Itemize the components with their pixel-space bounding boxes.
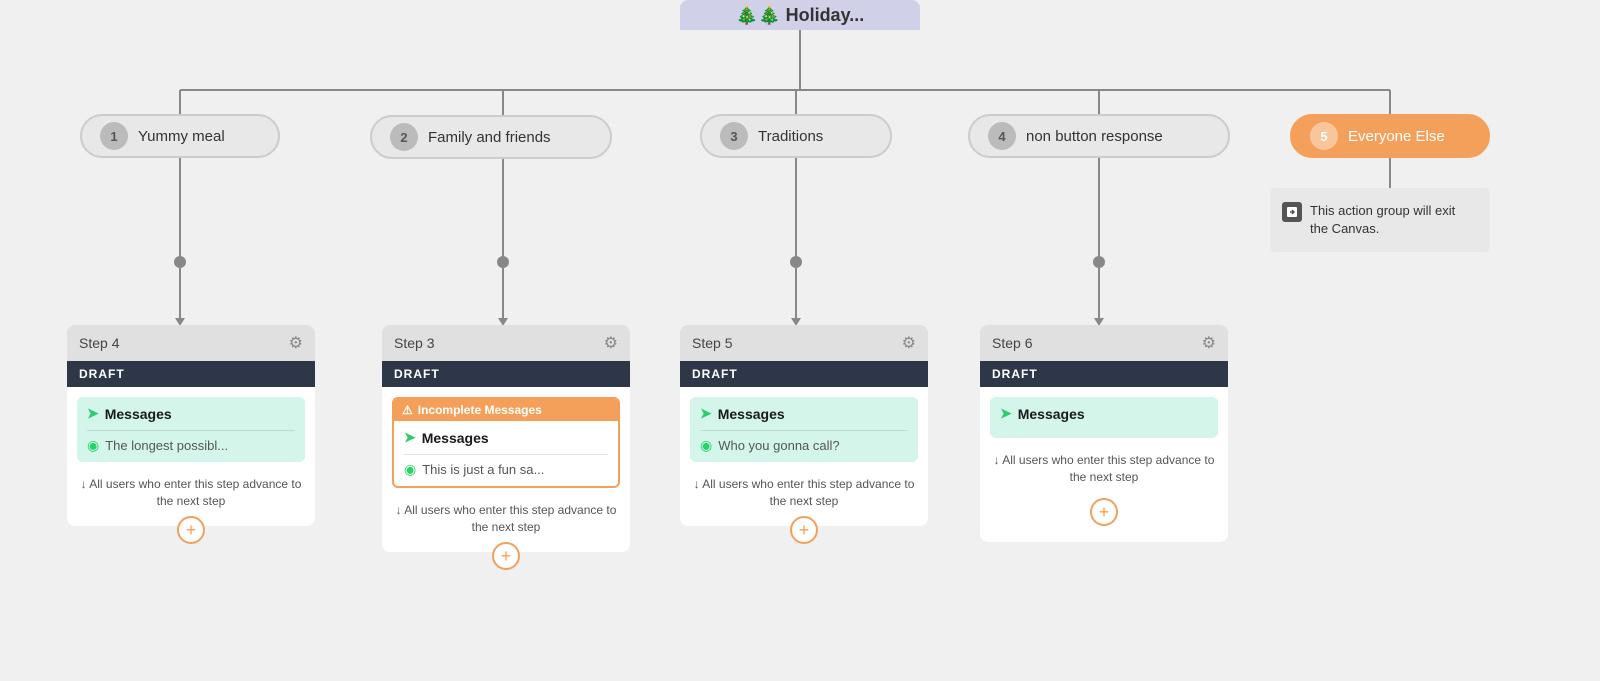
step-6-message-title: Messages <box>1018 406 1085 422</box>
step-4-header: Step 4 ⚙ <box>67 325 315 361</box>
branch-pill-2[interactable]: 2 Family and friends <box>370 115 612 159</box>
step-4-down-arrow: ↓ <box>81 476 87 493</box>
step-3-message-block[interactable]: ⚠ Incomplete Messages ➤ Messages ◉ This … <box>392 397 620 488</box>
step-3-incomplete-header: ⚠ Incomplete Messages <box>394 399 618 421</box>
branch-label-5: Everyone Else <box>1348 128 1445 145</box>
step-4-message-block[interactable]: ➤ Messages ◉ The longest possibl... <box>77 397 305 462</box>
branch-pill-3[interactable]: 3 Traditions <box>700 114 892 158</box>
step-3-incomplete-label: Incomplete Messages <box>418 403 542 417</box>
step-5-header: Step 5 ⚙ <box>680 325 928 361</box>
step-6-send-icon: ➤ <box>1000 405 1012 422</box>
step-6-title: Step 6 <box>992 335 1032 351</box>
step-3-warning-icon: ⚠ <box>402 403 413 417</box>
branch-label-4: non button response <box>1026 128 1163 145</box>
step-3-body: ⚠ Incomplete Messages ➤ Messages ◉ This … <box>382 387 630 552</box>
step-5-send-icon: ➤ <box>700 405 712 422</box>
step-5-footer: ↓ All users who enter this step advance … <box>690 470 918 516</box>
step-4-message-title-row: ➤ Messages <box>87 405 295 422</box>
step-4-body: ➤ Messages ◉ The longest possibl... ↓ Al… <box>67 387 315 526</box>
step-3-gear-icon[interactable]: ⚙ <box>604 333 618 353</box>
step-4-title: Step 4 <box>79 335 119 351</box>
step-6-down-arrow: ↓ <box>994 452 1000 469</box>
step-3-whatsapp-icon: ◉ <box>404 461 416 478</box>
branch-number-2: 2 <box>390 123 418 151</box>
step-5-draft-bar: DRAFT <box>680 361 928 387</box>
step-3-draft-bar: DRAFT <box>382 361 630 387</box>
step-3-down-arrow: ↓ <box>396 502 402 519</box>
step-6-message-block[interactable]: ➤ Messages <box>990 397 1218 438</box>
step-card-6: Step 6 ⚙ DRAFT ➤ Messages ↓ All users wh… <box>980 325 1228 542</box>
branch-pill-1[interactable]: 1 Yummy meal <box>80 114 280 158</box>
step-5-title: Step 5 <box>692 335 732 351</box>
step-5-whatsapp-text: Who you gonna call? <box>718 438 839 453</box>
step-5-add-button[interactable]: + <box>790 516 818 544</box>
branch-label-2: Family and friends <box>428 129 551 146</box>
top-node[interactable]: 🎄 🎄 Holiday... <box>680 0 920 30</box>
step-3-whatsapp-row: ◉ This is just a fun sa... <box>404 454 608 478</box>
step-3-footer: ↓ All users who enter this step advance … <box>392 496 620 542</box>
step-4-footer: ↓ All users who enter this step advance … <box>77 470 305 516</box>
step-3-whatsapp-text: This is just a fun sa... <box>422 462 544 477</box>
exit-canvas-icon <box>1282 202 1302 222</box>
step-card-5: Step 5 ⚙ DRAFT ➤ Messages ◉ Who you gonn… <box>680 325 928 526</box>
step-4-draft-bar: DRAFT <box>67 361 315 387</box>
exit-tooltip: This action group will exit the Canvas. <box>1270 188 1490 252</box>
branch-number-4: 4 <box>988 122 1016 150</box>
step-6-body: ➤ Messages ↓ All users who enter this st… <box>980 387 1228 542</box>
step-5-body: ➤ Messages ◉ Who you gonna call? ↓ All u… <box>680 387 928 526</box>
step-6-footer-text: All users who enter this step advance to… <box>1002 453 1214 484</box>
step-card-3: Step 3 ⚙ DRAFT ⚠ Incomplete Messages ➤ M… <box>382 325 630 552</box>
step-3-message-title-row: ➤ Messages <box>404 429 608 446</box>
step-4-whatsapp-text: The longest possibl... <box>105 438 228 453</box>
step-card-4: Step 4 ⚙ DRAFT ➤ Messages ◉ The longest … <box>67 325 315 526</box>
branch-label-1: Yummy meal <box>138 128 225 145</box>
step-5-message-title: Messages <box>718 406 785 422</box>
step-3-header: Step 3 ⚙ <box>382 325 630 361</box>
step-3-message-title: Messages <box>422 430 489 446</box>
step-4-footer-text: All users who enter this step advance to… <box>89 477 301 508</box>
branch-pill-5[interactable]: 5 Everyone Else <box>1290 114 1490 158</box>
step-4-whatsapp-row: ◉ The longest possibl... <box>87 430 295 454</box>
branch-label-3: Traditions <box>758 128 823 145</box>
step-5-message-title-row: ➤ Messages <box>700 405 908 422</box>
step-5-down-arrow: ↓ <box>694 476 700 493</box>
step-4-add-button[interactable]: + <box>177 516 205 544</box>
exit-tooltip-text: This action group will exit the Canvas. <box>1310 203 1455 236</box>
step-6-gear-icon[interactable]: ⚙ <box>1202 333 1216 353</box>
canvas-area: 🎄 🎄 Holiday... 1 Yummy meal 2 Family and… <box>0 0 1600 681</box>
step-6-inline-add-button[interactable]: + <box>1090 498 1118 526</box>
step-5-whatsapp-icon: ◉ <box>700 437 712 454</box>
branch-number-5: 5 <box>1310 122 1338 150</box>
step-3-send-icon: ➤ <box>404 429 416 446</box>
step-5-whatsapp-row: ◉ Who you gonna call? <box>700 430 908 454</box>
step-6-message-title-row: ➤ Messages <box>1000 405 1208 422</box>
step-6-header: Step 6 ⚙ <box>980 325 1228 361</box>
step-6-footer: ↓ All users who enter this step advance … <box>990 446 1218 492</box>
branch-number-1: 1 <box>100 122 128 150</box>
step-6-draft-bar: DRAFT <box>980 361 1228 387</box>
step-5-message-block[interactable]: ➤ Messages ◉ Who you gonna call? <box>690 397 918 462</box>
step-4-gear-icon[interactable]: ⚙ <box>289 333 303 353</box>
step-3-add-button[interactable]: + <box>492 542 520 570</box>
step-5-gear-icon[interactable]: ⚙ <box>902 333 916 353</box>
branch-number-3: 3 <box>720 122 748 150</box>
step-4-message-title: Messages <box>105 406 172 422</box>
branch-pill-4[interactable]: 4 non button response <box>968 114 1230 158</box>
step-4-whatsapp-icon: ◉ <box>87 437 99 454</box>
top-node-icon: 🎄 <box>736 5 758 26</box>
step-3-footer-text: All users who enter this step advance to… <box>404 503 616 534</box>
step-3-title: Step 3 <box>394 335 434 351</box>
step-4-send-icon: ➤ <box>87 405 99 422</box>
step-5-footer-text: All users who enter this step advance to… <box>702 477 914 508</box>
